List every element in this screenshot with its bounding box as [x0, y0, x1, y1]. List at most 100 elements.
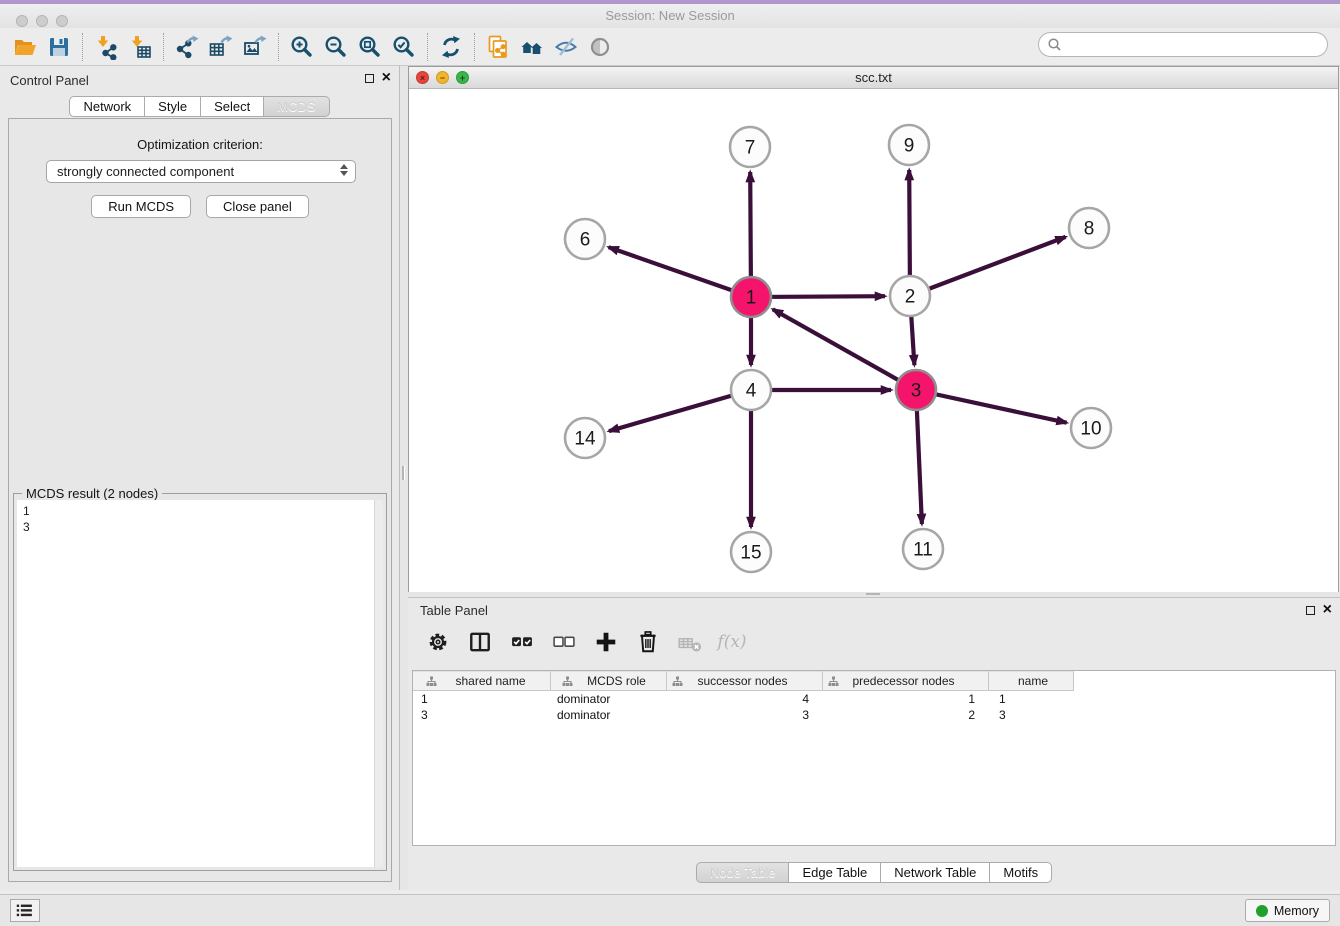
import-network-button[interactable] — [89, 32, 123, 62]
search-input[interactable] — [1038, 32, 1328, 57]
graph-node-label: 8 — [1084, 219, 1095, 240]
cell-shared-name[interactable]: 3 — [413, 707, 551, 723]
select-all-icon — [510, 630, 534, 654]
tab-network-table[interactable]: Network Table — [881, 862, 990, 883]
import-table-button[interactable] — [123, 32, 157, 62]
cell-name[interactable]: 3 — [989, 707, 1074, 723]
add-row-button[interactable] — [592, 628, 620, 656]
network-canvas[interactable]: 1234678910111415 — [409, 89, 1338, 592]
tab-select[interactable]: Select — [201, 96, 264, 117]
column-header-predecessor-nodes[interactable]: predecessor nodes — [823, 671, 989, 691]
tab-style[interactable]: Style — [145, 96, 201, 117]
table-header-row: shared name MCDS role successor nodes pr… — [413, 671, 1335, 691]
mcds-result-group: MCDS result (2 nodes) 1 3 — [13, 493, 387, 871]
minimize-network-icon[interactable]: − — [436, 71, 449, 84]
graph-edge — [773, 309, 916, 390]
fit-content-button[interactable] — [353, 32, 387, 62]
cell-name[interactable]: 1 — [989, 691, 1074, 707]
apply-function-button[interactable]: f(x) — [718, 628, 746, 656]
search-field[interactable] — [1038, 32, 1328, 57]
hide-graphics-icon — [553, 34, 579, 60]
delete-table-button[interactable] — [676, 628, 704, 656]
close-panel-icon[interactable]: × — [382, 72, 391, 84]
network-window-titlebar[interactable]: × − + scc.txt — [409, 67, 1338, 89]
tree-icon — [828, 676, 839, 687]
save-session-button[interactable] — [42, 32, 76, 62]
zoom-in-button[interactable] — [285, 32, 319, 62]
table-row[interactable]: 1 dominator 4 1 1 — [413, 691, 1335, 707]
splitter-handle[interactable] — [402, 466, 405, 480]
export-table-icon — [208, 34, 234, 60]
open-session-button[interactable] — [8, 32, 42, 62]
tab-mcds[interactable]: MCDS — [264, 96, 329, 117]
zoom-selected-button[interactable] — [387, 32, 421, 62]
toolbar-separator — [474, 33, 475, 61]
close-window-icon[interactable] — [16, 15, 28, 27]
cell-successor-nodes[interactable]: 3 — [667, 707, 823, 723]
home-button[interactable] — [515, 32, 549, 62]
export-image-button[interactable] — [238, 32, 272, 62]
select-all-button[interactable] — [508, 628, 536, 656]
mcds-panel: Optimization criterion: strongly connect… — [8, 118, 392, 882]
duplicate-network-button[interactable] — [481, 32, 515, 62]
export-network-button[interactable] — [170, 32, 204, 62]
cell-mcds-role[interactable]: dominator — [551, 707, 667, 723]
run-mcds-button[interactable]: Run MCDS — [91, 195, 191, 218]
hide-graphics-button[interactable] — [549, 32, 583, 62]
show-graphics-icon — [587, 34, 613, 60]
tree-icon — [426, 676, 437, 687]
minimize-window-icon[interactable] — [36, 15, 48, 27]
zoom-window-icon[interactable] — [56, 15, 68, 27]
tab-motifs[interactable]: Motifs — [990, 862, 1052, 883]
open-session-icon — [12, 34, 38, 60]
zoom-out-button[interactable] — [319, 32, 353, 62]
zoom-out-icon — [323, 34, 349, 60]
delete-row-button[interactable] — [634, 628, 662, 656]
zoom-network-icon[interactable]: + — [456, 71, 469, 84]
column-header-successor-nodes[interactable]: successor nodes — [667, 671, 823, 691]
float-table-panel-icon[interactable] — [1306, 606, 1315, 615]
memory-button[interactable]: Memory — [1245, 899, 1330, 922]
task-history-button[interactable] — [10, 899, 40, 922]
control-panel-title: Control Panel — [10, 73, 89, 88]
tab-network[interactable]: Network — [69, 96, 145, 117]
column-header-name[interactable]: name — [989, 671, 1074, 691]
home-icon — [519, 34, 545, 60]
close-table-panel-icon[interactable]: × — [1323, 604, 1332, 616]
column-header-mcds-role[interactable]: MCDS role — [551, 671, 667, 691]
column-header-shared-name[interactable]: shared name — [413, 671, 551, 691]
show-graphics-button[interactable] — [583, 32, 617, 62]
refresh-button[interactable] — [434, 32, 468, 62]
close-panel-button[interactable]: Close panel — [206, 195, 309, 218]
delete-row-icon — [636, 630, 660, 654]
graph-edge — [916, 390, 1067, 423]
export-table-button[interactable] — [204, 32, 238, 62]
splitter-handle[interactable] — [866, 593, 880, 596]
cell-mcds-role[interactable]: dominator — [551, 691, 667, 707]
table-settings-icon — [426, 630, 450, 654]
duplicate-network-icon — [485, 34, 511, 60]
result-scrollbar[interactable] — [374, 500, 383, 867]
tab-node-table[interactable]: Node Table — [696, 862, 790, 883]
fit-content-icon — [357, 34, 383, 60]
network-window: × − + scc.txt 1234678910111415 — [408, 66, 1339, 592]
cell-shared-name[interactable]: 1 — [413, 691, 551, 707]
close-network-icon[interactable]: × — [416, 71, 429, 84]
deselect-all-button[interactable] — [550, 628, 578, 656]
graph-node-label: 4 — [746, 381, 757, 402]
refresh-icon — [438, 34, 464, 60]
mcds-result-text[interactable]: 1 3 — [17, 500, 374, 867]
float-panel-icon[interactable] — [365, 74, 374, 83]
cell-predecessor-nodes[interactable]: 2 — [823, 707, 989, 723]
cell-predecessor-nodes[interactable]: 1 — [823, 691, 989, 707]
node-table[interactable]: shared name MCDS role successor nodes pr… — [412, 670, 1336, 846]
table-row[interactable]: 3 dominator 3 2 3 — [413, 707, 1335, 723]
control-panel: Control Panel × Network Style Select MCD… — [0, 66, 400, 890]
show-columns-button[interactable] — [466, 628, 494, 656]
criterion-dropdown[interactable]: strongly connected component — [46, 160, 356, 183]
vertical-splitter[interactable] — [400, 66, 408, 890]
table-settings-button[interactable] — [424, 628, 452, 656]
graph-edge — [910, 237, 1066, 296]
tab-edge-table[interactable]: Edge Table — [789, 862, 881, 883]
cell-successor-nodes[interactable]: 4 — [667, 691, 823, 707]
